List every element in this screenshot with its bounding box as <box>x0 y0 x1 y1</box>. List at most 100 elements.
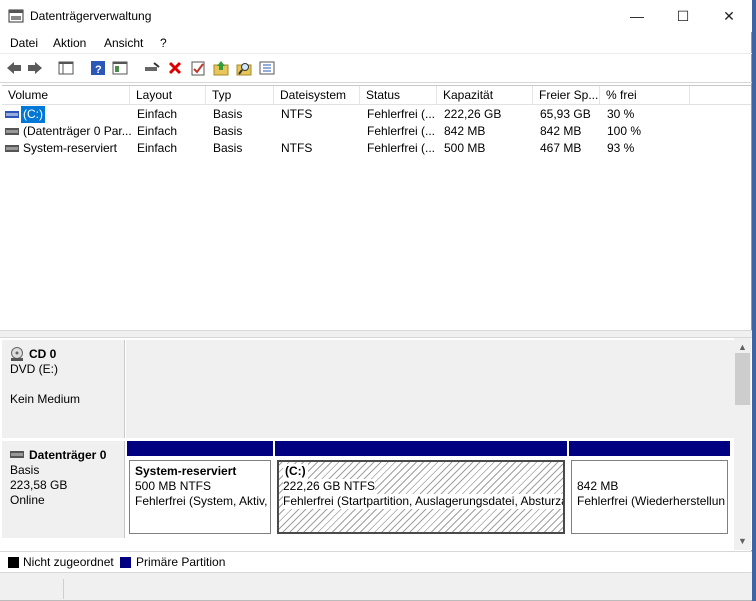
column-header-free-space[interactable]: Freier Sp... <box>533 86 600 105</box>
background-window-edge <box>752 0 756 601</box>
upload-folder-icon[interactable] <box>211 58 231 78</box>
column-header-percent-free[interactable]: % frei <box>600 86 690 105</box>
volume-icon <box>5 128 19 135</box>
close-button[interactable]: ✕ <box>706 0 752 32</box>
cd-media-status: Kein Medium <box>10 392 81 406</box>
maximize-icon: ☐ <box>676 7 690 24</box>
back-icon[interactable] <box>4 58 24 78</box>
status-panel <box>0 579 64 599</box>
table-row[interactable]: (C:) Einfach Basis NTFS Fehlerfrei (... … <box>2 106 751 123</box>
disk-management-window: Datenträgerverwaltung — ☐ ✕ Datei Aktion… <box>0 0 752 601</box>
disk-management-icon <box>8 9 24 23</box>
cell-free-space: 467 MB <box>540 141 582 155</box>
window-title: Datenträgerverwaltung <box>30 9 152 23</box>
cell-status: Fehlerfrei (... <box>367 141 436 155</box>
disk-icon <box>10 451 24 458</box>
cell-type: Basis <box>213 107 243 121</box>
maximize-button[interactable]: ☐ <box>660 0 706 32</box>
search-folder-icon[interactable] <box>234 58 254 78</box>
unallocated-swatch <box>8 557 19 568</box>
legend-unallocated: Nicht zugeordnet <box>23 555 114 569</box>
svg-text:?: ? <box>95 64 102 76</box>
table-row[interactable]: System-reserviert Einfach Basis NTFS Feh… <box>2 140 751 157</box>
close-icon: ✕ <box>723 7 735 24</box>
forward-icon[interactable] <box>25 58 45 78</box>
table-row[interactable]: (Datenträger 0 Par... Einfach Basis Fehl… <box>2 123 751 140</box>
cell-capacity: 222,26 GB <box>444 107 502 121</box>
disk0-type: Basis <box>10 463 40 477</box>
cell-percent-free: 93 % <box>607 141 635 155</box>
cell-filesystem: NTFS <box>281 107 313 121</box>
menu-ansicht[interactable]: Ansicht <box>104 36 143 50</box>
volume-icon <box>5 145 19 152</box>
cell-volume: System-reserviert <box>23 141 118 155</box>
cell-status: Fehlerfrei (... <box>367 124 436 138</box>
partition-c[interactable]: (C:) 222,26 GB NTFS Fehlerfrei (Startpar… <box>275 441 567 536</box>
delete-icon[interactable] <box>165 58 185 78</box>
partition-status: Fehlerfrei (Startpartition, Auslagerungs… <box>283 494 564 509</box>
partition-bar <box>127 441 273 456</box>
partition-status: Fehlerfrei (Wiederherstellun <box>577 494 726 508</box>
scrollbar-thumb[interactable] <box>735 353 750 405</box>
primary-partition-swatch <box>120 557 131 568</box>
column-header-capacity[interactable]: Kapazität <box>437 86 533 105</box>
cd-icon <box>11 347 23 361</box>
minimize-icon: — <box>630 8 644 24</box>
disk0-label-panel[interactable]: Datenträger 0 Basis 223,58 GB Online <box>2 441 125 538</box>
cd-drive-type: DVD (E:) <box>10 362 58 376</box>
cd-empty-area <box>126 340 734 438</box>
cell-percent-free: 100 % <box>607 124 642 138</box>
disk0-state: Online <box>10 493 45 507</box>
partition-size: 842 MB <box>577 479 619 493</box>
cell-layout: Einfach <box>137 141 178 155</box>
cell-free-space: 842 MB <box>540 124 582 138</box>
cell-volume: (Datenträger 0 Par... <box>23 124 132 138</box>
cell-status: Fehlerfrei (... <box>367 107 436 121</box>
disk0-name: Datenträger 0 <box>29 448 107 462</box>
cell-percent-free: 30 % <box>607 107 635 121</box>
partition-name <box>577 464 722 479</box>
disk0-size: 223,58 GB <box>10 478 68 492</box>
scroll-up-icon[interactable]: ▲ <box>738 342 747 352</box>
partition-recovery[interactable]: 842 MB Fehlerfrei (Wiederherstellun <box>569 441 730 536</box>
settings-panel-icon[interactable] <box>257 58 277 78</box>
minimize-button[interactable]: — <box>614 0 660 32</box>
partition-name: System-reserviert <box>135 464 237 478</box>
partition-system-reserved[interactable]: System-reserviert 500 MB NTFS Fehlerfrei… <box>127 441 273 536</box>
properties-view-icon[interactable] <box>110 58 130 78</box>
partition-size: 500 MB NTFS <box>135 479 212 493</box>
cell-type: Basis <box>213 124 243 138</box>
menu-bar: Datei Aktion Ansicht ? <box>0 32 752 54</box>
checklist-icon[interactable] <box>188 58 208 78</box>
connect-disk-icon[interactable] <box>142 58 162 78</box>
title-bar[interactable]: Datenträgerverwaltung — ☐ ✕ <box>0 0 752 32</box>
column-header-volume[interactable]: Volume <box>2 86 130 105</box>
cell-capacity: 500 MB <box>444 141 486 155</box>
column-header-row: Volume Layout Typ Dateisystem Status Kap… <box>2 86 751 105</box>
cell-capacity: 842 MB <box>444 124 486 138</box>
partition-bar <box>275 441 567 456</box>
scroll-down-icon[interactable]: ▼ <box>738 536 747 546</box>
column-header-layout[interactable]: Layout <box>130 86 206 105</box>
menu-aktion[interactable]: Aktion <box>53 36 86 50</box>
menu-datei[interactable]: Datei <box>10 36 38 50</box>
partition-bar <box>569 441 730 456</box>
console-tree-icon[interactable] <box>56 58 76 78</box>
pane-splitter[interactable] <box>0 330 752 338</box>
cell-filesystem: NTFS <box>281 141 313 155</box>
column-header-status[interactable]: Status <box>360 86 437 105</box>
column-header-filesystem[interactable]: Dateisystem <box>274 86 360 105</box>
vertical-scrollbar[interactable]: ▲ ▼ <box>734 338 751 550</box>
cell-layout: Einfach <box>137 107 178 121</box>
help-icon[interactable]: ? <box>88 58 108 78</box>
cell-type: Basis <box>213 141 243 155</box>
cd-name: CD 0 <box>29 347 57 361</box>
status-bar <box>0 572 752 600</box>
volume-icon <box>5 111 19 118</box>
column-header-type[interactable]: Typ <box>206 86 274 105</box>
menu-help[interactable]: ? <box>160 36 167 50</box>
partition-status: Fehlerfrei (System, Aktiv, <box>135 494 268 508</box>
partition-size: 222,26 GB NTFS <box>283 479 376 494</box>
partition-name: (C:) <box>283 464 308 479</box>
cd-label-panel[interactable]: CD 0 DVD (E:) Kein Medium <box>2 340 125 438</box>
